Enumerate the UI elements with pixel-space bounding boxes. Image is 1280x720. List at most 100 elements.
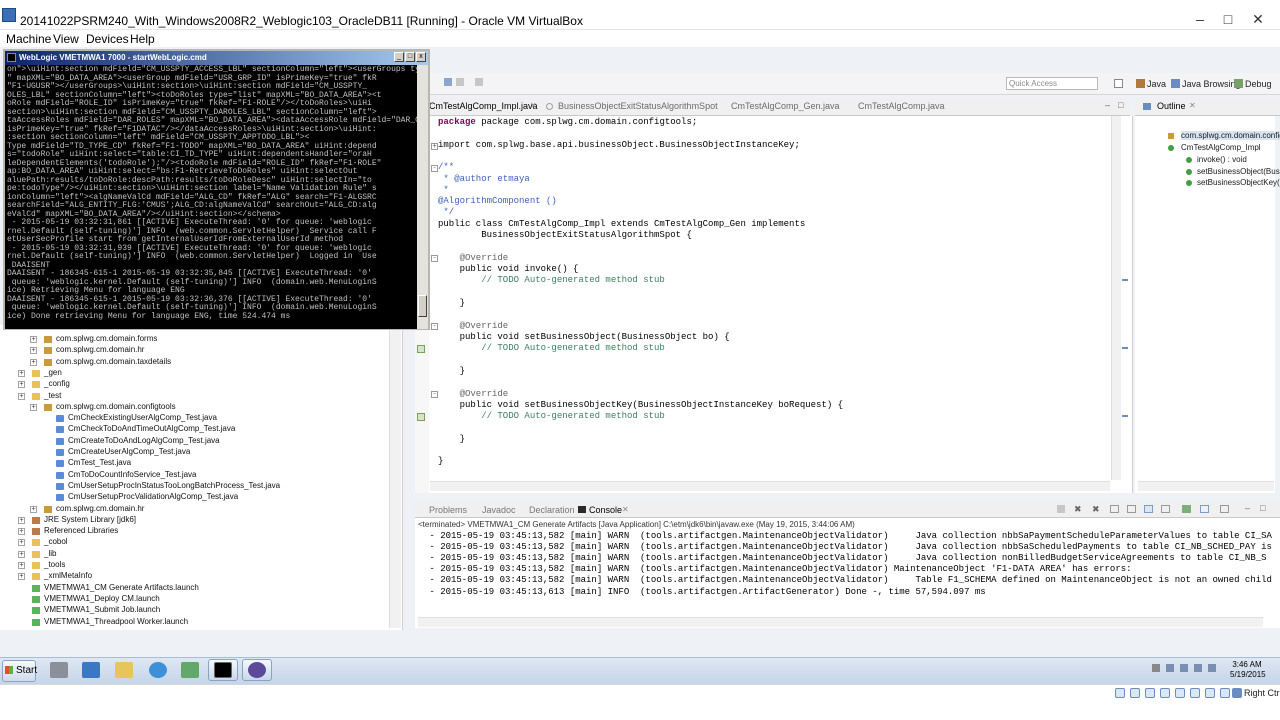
console-horizontal-scrollbar[interactable] bbox=[418, 617, 1263, 627]
outline-horizontal-scrollbar[interactable] bbox=[1138, 481, 1274, 491]
tree-item[interactable]: CmCreateToDoAndLogAlgComp_Test.java bbox=[68, 436, 220, 445]
tree-expander-icon[interactable]: + bbox=[18, 516, 25, 524]
remove-launch-icon[interactable]: ✖ bbox=[1074, 504, 1082, 515]
tree-item[interactable]: com.splwg.cm.domain.forms bbox=[56, 334, 157, 343]
usb-icon[interactable] bbox=[1175, 688, 1185, 698]
menu-view[interactable]: View bbox=[53, 32, 79, 46]
tree-item[interactable]: CmToDoCountInfoService_Test.java bbox=[68, 470, 197, 479]
back-icon[interactable] bbox=[444, 78, 452, 86]
cmd-maximize-icon[interactable]: □ bbox=[405, 52, 415, 62]
cmd-vertical-scrollbar[interactable] bbox=[417, 65, 428, 329]
fold-method-icon[interactable]: - bbox=[431, 323, 438, 330]
tree-item[interactable]: _gen bbox=[44, 368, 62, 377]
tab-cmtestalgcomp-gen[interactable]: CmTestAlgComp_Gen.java bbox=[731, 101, 840, 111]
show-console-icon[interactable] bbox=[1144, 505, 1153, 513]
fold-method-icon[interactable]: - bbox=[431, 391, 438, 398]
tree-expander-icon[interactable]: + bbox=[18, 539, 25, 547]
remove-all-icon[interactable]: ✖ bbox=[1092, 504, 1100, 515]
tree-item[interactable]: _test bbox=[44, 391, 61, 400]
tray-flag-icon[interactable] bbox=[1194, 664, 1202, 672]
java-editor[interactable] bbox=[415, 116, 1133, 493]
tree-item[interactable]: VMETMWA1_Submit Job.launch bbox=[44, 605, 160, 614]
tree-item[interactable]: com.splwg.cm.domain.hr bbox=[56, 345, 144, 354]
tree-item[interactable]: CmTest_Test.java bbox=[68, 458, 131, 467]
maximize-icon[interactable]: □ bbox=[1214, 10, 1242, 28]
maximize-console-icon[interactable]: □ bbox=[1260, 503, 1265, 513]
explorer-icon[interactable] bbox=[115, 662, 133, 678]
pin-console-icon[interactable] bbox=[1161, 505, 1170, 513]
tree-expander-icon[interactable]: + bbox=[18, 369, 25, 377]
tree-item[interactable]: _lib bbox=[44, 549, 56, 558]
tree-expander-icon[interactable]: + bbox=[18, 528, 25, 536]
new-console-icon[interactable] bbox=[1220, 505, 1229, 513]
tree-expander-icon[interactable]: + bbox=[30, 358, 37, 366]
tree-item[interactable]: CmCheckExistingUserAlgComp_Test.java bbox=[68, 413, 217, 422]
tree-expander-icon[interactable]: + bbox=[18, 573, 25, 581]
fold-method-icon[interactable]: - bbox=[431, 255, 438, 262]
tray-network-icon[interactable] bbox=[1166, 664, 1174, 672]
editor-horizontal-scrollbar[interactable] bbox=[430, 481, 1110, 491]
shared-folders-icon[interactable] bbox=[1190, 688, 1200, 698]
perspective-debug[interactable]: Debug bbox=[1245, 79, 1272, 89]
tree-item[interactable]: CmUserSetupProcInStatusTooLongBatchProce… bbox=[68, 481, 280, 490]
tree-item[interactable]: com.splwg.cm.domain.taxdetails bbox=[56, 357, 171, 366]
tree-item[interactable]: _cobol bbox=[44, 537, 68, 546]
outline-item-class[interactable]: CmTestAlgComp_Impl bbox=[1181, 143, 1261, 152]
tree-item[interactable]: CmUserSetupProcValidationAlgComp_Test.ja… bbox=[68, 492, 238, 501]
minimize-editor-icon[interactable]: – bbox=[1105, 100, 1110, 110]
menu-devices[interactable]: Devices bbox=[86, 32, 129, 46]
tray-arrow-icon[interactable] bbox=[1152, 664, 1160, 672]
perspective-java[interactable]: Java bbox=[1147, 79, 1166, 89]
outline-item-set-business-object[interactable]: setBusinessObject(Busi bbox=[1197, 167, 1280, 176]
powershell-icon[interactable] bbox=[82, 662, 100, 678]
tab-declaration[interactable]: Declaration bbox=[529, 505, 575, 515]
minimize-console-icon[interactable]: – bbox=[1245, 503, 1250, 513]
tree-expander-icon[interactable]: + bbox=[18, 392, 25, 400]
tree-item[interactable]: CmCreateUserAlgComp_Test.java bbox=[68, 447, 190, 456]
tab-console[interactable]: Console bbox=[589, 505, 622, 515]
tree-expander-icon[interactable]: + bbox=[18, 562, 25, 569]
server-manager-icon[interactable] bbox=[50, 662, 68, 678]
overview-marker[interactable] bbox=[1122, 347, 1128, 349]
forward-icon[interactable] bbox=[456, 78, 464, 86]
close-outline-icon[interactable]: ✕ bbox=[1189, 101, 1196, 110]
overview-marker[interactable] bbox=[1122, 415, 1128, 417]
open-console-icon[interactable] bbox=[1200, 505, 1209, 513]
network-icon[interactable] bbox=[1160, 688, 1170, 698]
tree-expander-icon[interactable]: + bbox=[18, 381, 25, 389]
tree-item[interactable]: CmCheckToDoAndTimeOutAlgComp_Test.java bbox=[68, 424, 235, 433]
outline-title[interactable]: Outline bbox=[1157, 101, 1186, 111]
tree-item[interactable]: Referenced Libraries bbox=[44, 526, 118, 535]
tree-item[interactable]: JRE System Library [jdk6] bbox=[44, 515, 136, 524]
tab-business-object-exit-status[interactable]: BusinessObjectExitStatusAlgorithmSpot bbox=[558, 101, 718, 111]
cmd-minimize-icon[interactable]: _ bbox=[394, 52, 404, 62]
tree-item[interactable]: VMETMWA1_Threadpool Worker.launch bbox=[44, 617, 188, 626]
internet-explorer-icon[interactable] bbox=[149, 662, 167, 678]
tree-item[interactable]: _config bbox=[44, 379, 70, 388]
menu-help[interactable]: Help bbox=[130, 32, 155, 46]
fold-import-icon[interactable]: + bbox=[431, 143, 438, 150]
outline-item-set-business-object-key[interactable]: setBusinessObjectKey( bbox=[1197, 178, 1280, 187]
minimize-icon[interactable]: – bbox=[1186, 10, 1214, 28]
tab-javadoc[interactable]: Javadoc bbox=[482, 505, 516, 515]
open-perspective-icon[interactable] bbox=[1114, 79, 1123, 88]
tray-volume-icon[interactable] bbox=[1180, 664, 1188, 672]
perspective-java-browsing[interactable]: Java Browsing bbox=[1182, 79, 1241, 89]
cmd-titlebar[interactable]: WebLogic VMETMWA1 7000 - startWebLogic.c… bbox=[5, 51, 428, 65]
explorer-vertical-scrollbar[interactable] bbox=[389, 330, 401, 628]
tree-item[interactable]: VMETMWA1_CM Generate Artifacts.launch bbox=[44, 583, 199, 592]
tree-item[interactable]: VMETMWA1_Deploy CM.launch bbox=[44, 594, 160, 603]
quick-access-input[interactable]: Quick Access bbox=[1006, 77, 1098, 90]
scroll-lock-icon[interactable] bbox=[1127, 505, 1136, 513]
capture-icon[interactable] bbox=[1220, 688, 1230, 698]
terminate-icon[interactable] bbox=[1057, 505, 1065, 513]
maximize-editor-icon[interactable]: □ bbox=[1118, 100, 1123, 110]
cmd-scroll-thumb[interactable] bbox=[418, 295, 427, 317]
tree-item[interactable]: _tools bbox=[44, 560, 65, 569]
tab-problems[interactable]: Problems bbox=[429, 505, 467, 515]
hard-disk-icon[interactable] bbox=[1115, 688, 1125, 698]
tree-item[interactable]: _xmlMetaInfo bbox=[44, 571, 92, 580]
tree-expander-icon[interactable]: + bbox=[30, 336, 37, 343]
outline-item-package[interactable]: com.splwg.cm.domain.config bbox=[1181, 131, 1280, 140]
tray-monitor-icon[interactable] bbox=[1208, 664, 1216, 672]
